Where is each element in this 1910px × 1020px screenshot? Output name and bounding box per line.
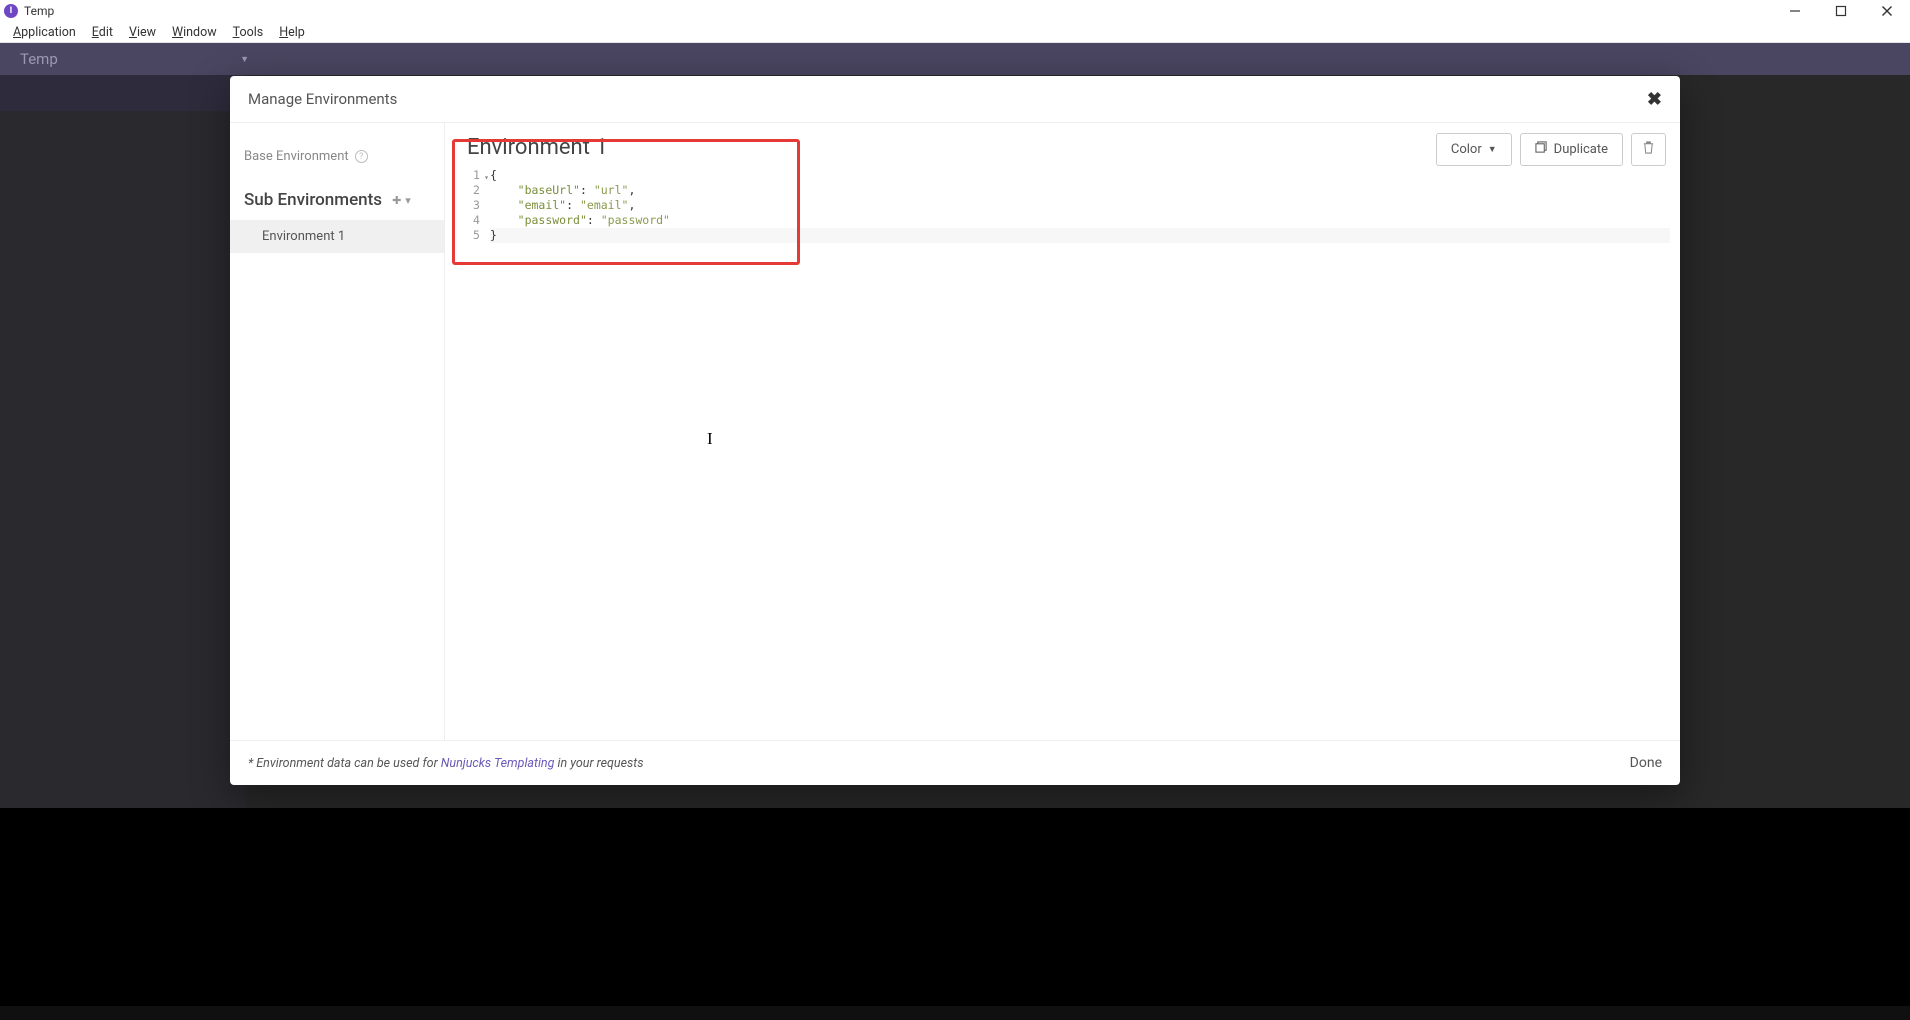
modal-title: Manage Environments [248,90,397,108]
add-environment-icon[interactable]: ✚ [392,194,401,207]
json-code-editor[interactable]: 1▾ 2 3 4 5 { "baseUrl": "url", "email": … [459,168,1666,243]
menu-help[interactable]: Help [271,23,313,42]
nunjucks-templating-link[interactable]: Nunjucks Templating [441,756,555,771]
menubar: Application Edit View Window Tools Help [0,22,1910,43]
environment-list-item[interactable]: Environment 1 [230,220,444,253]
done-button[interactable]: Done [1630,755,1662,771]
menu-application[interactable]: Application [5,23,84,42]
sub-environments-header: Sub Environments ✚ ▾ [230,180,444,220]
close-window-button[interactable] [1864,0,1910,22]
menu-edit[interactable]: Edit [84,23,121,42]
close-icon[interactable]: ✖ [1647,89,1662,110]
environment-options-icon[interactable]: ▾ [405,194,411,207]
manage-environments-modal: Manage Environments ✖ Base Environment ?… [230,76,1680,785]
environment-editor: Color ▼ Duplicate [445,123,1680,740]
os-taskbar[interactable] [0,1006,1910,1020]
fold-icon[interactable]: ▾ [484,170,489,185]
menu-view[interactable]: View [121,23,164,42]
minimize-button[interactable] [1772,0,1818,22]
text-cursor-icon: I [707,429,713,449]
base-environment-label: Base Environment [244,149,349,164]
environment-list-item-label: Environment 1 [262,229,345,244]
window-titlebar: I Temp [0,0,1910,22]
base-environment-item[interactable]: Base Environment ? [230,139,444,180]
menu-window[interactable]: Window [164,23,225,42]
line-number-gutter: 1▾ 2 3 4 5 [473,168,490,243]
environments-sidebar: Base Environment ? Sub Environments ✚ ▾ … [230,123,445,740]
modal-footer: * Environment data can be used for Nunju… [230,740,1680,785]
footer-note-prefix: * Environment data can be used for [248,756,441,771]
code-content[interactable]: { "baseUrl": "url", "email": "email", "p… [490,168,670,243]
app-icon: I [4,4,18,18]
footer-note-suffix: in your requests [554,756,643,771]
environment-name-heading[interactable]: Environment 1 [459,133,1666,168]
menu-tools[interactable]: Tools [225,23,272,42]
modal-overlay: Manage Environments ✖ Base Environment ?… [0,43,1910,1020]
window-title: Temp [24,4,54,18]
help-icon[interactable]: ? [355,150,368,163]
maximize-button[interactable] [1818,0,1864,22]
